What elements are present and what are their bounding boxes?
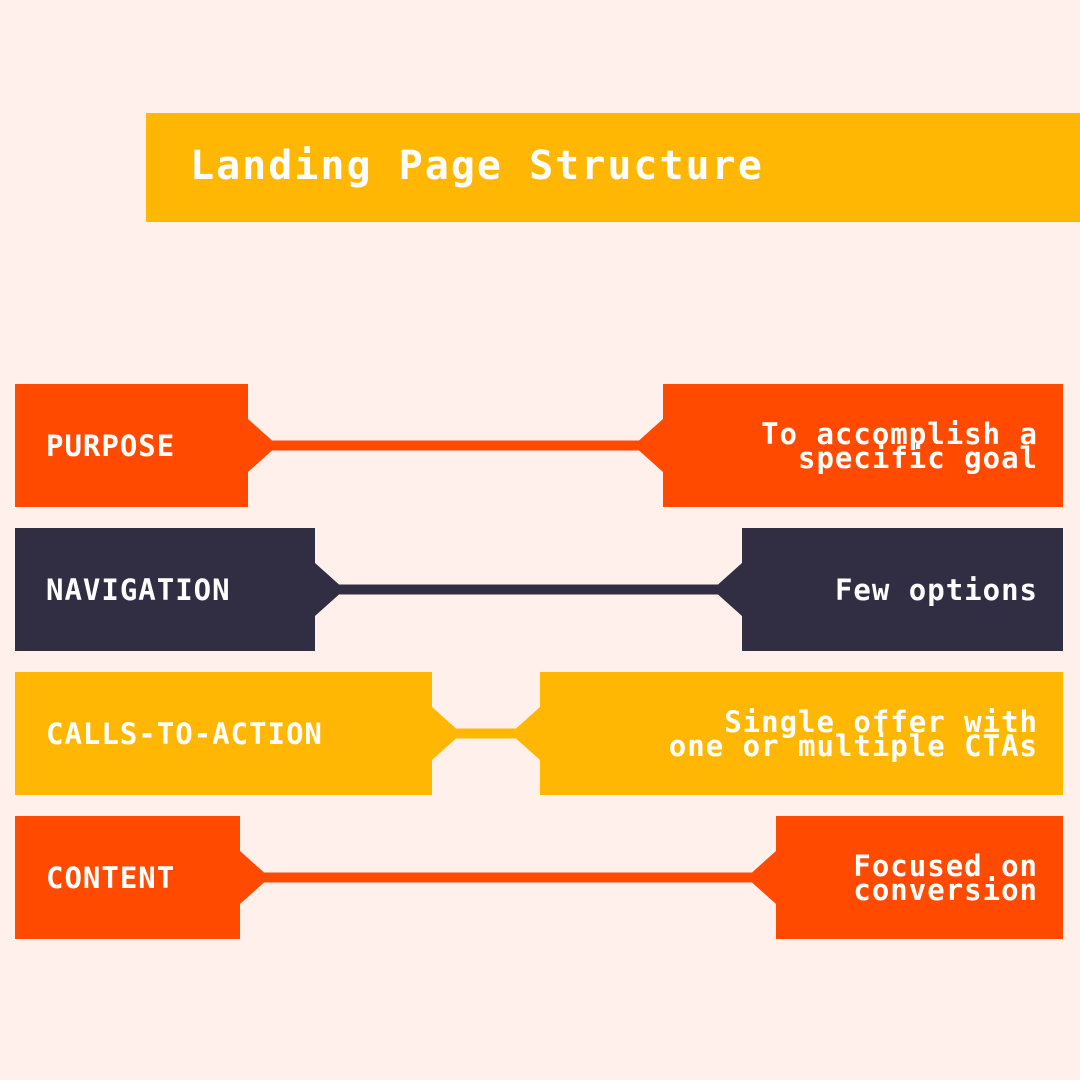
row-navigation: NAVIGATION Few options xyxy=(0,528,1080,651)
row-label: CONTENT xyxy=(46,860,176,895)
row-label: CALLS-TO-ACTION xyxy=(46,716,323,751)
row-description-line: one or multiple CTAs xyxy=(668,728,1038,763)
page-title: Landing Page Structure xyxy=(190,143,764,189)
row-description-line: Few options xyxy=(834,572,1038,607)
title-banner: Landing Page Structure xyxy=(146,113,1080,222)
row-label: PURPOSE xyxy=(46,428,176,463)
row-description: Single offer with one or multiple CTAs xyxy=(669,672,1038,795)
row-description-line: conversion xyxy=(853,872,1038,907)
row-description: Few options xyxy=(835,528,1038,651)
row-description: To accomplish a specific goal xyxy=(761,384,1038,507)
row-description-line: specific goal xyxy=(798,440,1038,475)
row-description: Focused on conversion xyxy=(853,816,1038,939)
row-purpose: PURPOSE To accomplish a specific goal xyxy=(0,384,1080,507)
row-label: NAVIGATION xyxy=(46,572,231,607)
row-content: CONTENT Focused on conversion xyxy=(0,816,1080,939)
row-calls-to-action: CALLS-TO-ACTION Single offer with one or… xyxy=(0,672,1080,795)
